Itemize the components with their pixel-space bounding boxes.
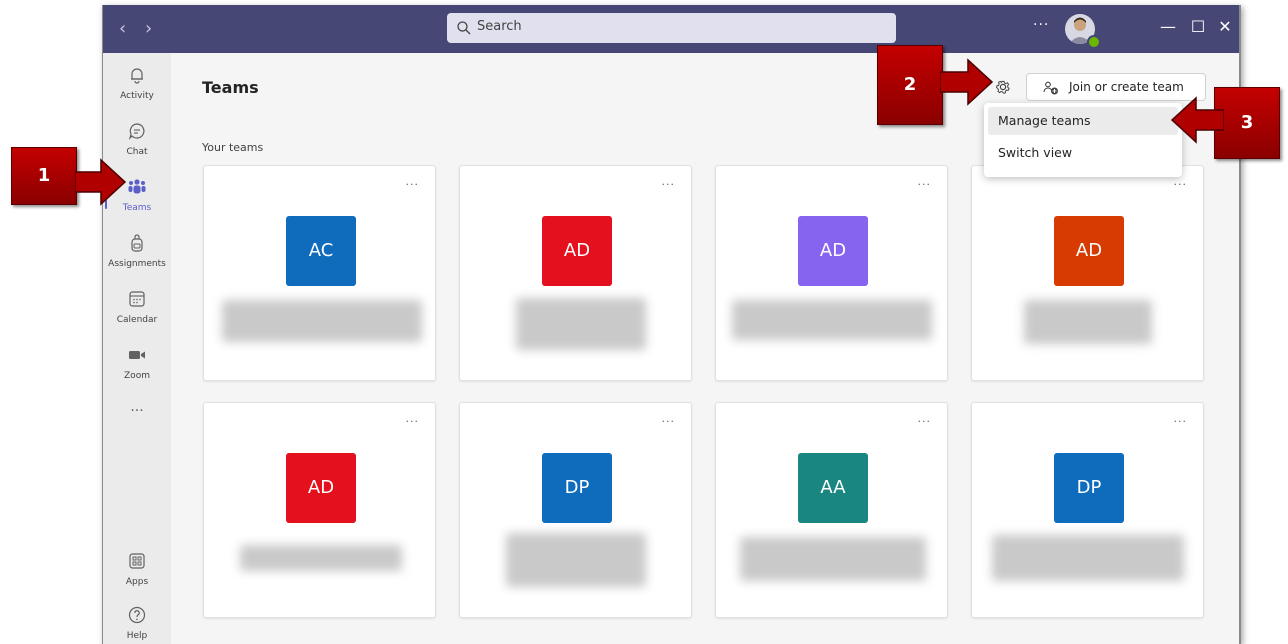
more-apps-icon[interactable]: ···: [103, 403, 171, 419]
minimize-button[interactable]: —: [1156, 17, 1180, 36]
chevron-left-icon[interactable]: ‹: [119, 17, 126, 41]
join-label: Join or create team: [1069, 80, 1184, 94]
rail-item-activity[interactable]: Activity: [103, 61, 171, 113]
rail-label-assignments: Assignments: [108, 259, 166, 269]
app-rail: Activity Chat Teams Assignments Calendar…: [103, 53, 171, 644]
presence-status-icon: [1087, 35, 1101, 49]
rail-label-activity: Activity: [120, 91, 154, 101]
more-options-icon[interactable]: ···: [918, 178, 932, 191]
apps-icon: [129, 553, 145, 569]
video-icon: [129, 351, 145, 359]
menu-item-switch-view[interactable]: Switch view: [988, 139, 1178, 167]
more-options-icon[interactable]: ···: [406, 178, 420, 191]
more-options-icon[interactable]: ···: [1174, 415, 1188, 428]
blurred-team-name: [516, 298, 646, 350]
team-avatar: AD: [286, 453, 356, 523]
blurred-team-name: [222, 300, 422, 342]
bell-icon: [131, 68, 143, 84]
team-card[interactable]: ··· DP: [459, 402, 692, 618]
menu-item-label: Manage teams: [998, 113, 1091, 128]
people-add-icon: [1043, 81, 1058, 95]
callout-arrow-1: [75, 158, 127, 206]
more-options-icon[interactable]: ···: [1033, 17, 1049, 33]
rail-label-zoom: Zoom: [124, 371, 150, 381]
more-options-icon[interactable]: ···: [918, 415, 932, 428]
blurred-team-name: [992, 535, 1184, 581]
more-options-icon[interactable]: ···: [406, 415, 420, 428]
rail-label-apps: Apps: [125, 577, 149, 587]
chevron-right-icon[interactable]: ›: [145, 17, 152, 41]
maximize-button[interactable]: ☐: [1186, 17, 1210, 36]
team-card[interactable]: ··· AD: [459, 165, 692, 381]
team-card[interactable]: ··· AA: [715, 402, 948, 618]
rail-item-assignments[interactable]: Assignments: [103, 229, 171, 281]
rail-item-help[interactable]: Help: [103, 601, 171, 644]
your-teams-heading: Your teams: [202, 141, 264, 154]
blurred-team-name: [240, 545, 402, 571]
more-options-icon[interactable]: ···: [662, 178, 676, 191]
team-card[interactable]: ··· AD: [715, 165, 948, 381]
search-placeholder: Search: [477, 19, 522, 34]
team-avatar: AC: [286, 216, 356, 286]
menu-item-label: Switch view: [998, 145, 1073, 160]
rail-label-chat: Chat: [126, 147, 148, 157]
search-icon: [457, 21, 471, 35]
blurred-team-name: [506, 533, 646, 587]
blurred-team-name: [732, 300, 932, 340]
blurred-team-name: [740, 537, 926, 581]
team-card[interactable]: ··· AC: [203, 165, 436, 381]
chat-icon: [128, 123, 145, 140]
team-card[interactable]: ··· DP: [971, 402, 1204, 618]
blurred-team-name: [1024, 300, 1152, 344]
help-icon: [128, 606, 146, 624]
callout-arrow-3: [1170, 96, 1224, 144]
team-card[interactable]: ··· AD: [971, 165, 1204, 381]
rail-label-calendar: Calendar: [116, 315, 158, 325]
more-options-icon[interactable]: ···: [1174, 178, 1188, 191]
team-avatar: AD: [1054, 216, 1124, 286]
rail-item-apps[interactable]: Apps: [103, 547, 171, 599]
rail-item-calendar[interactable]: Calendar: [103, 285, 171, 337]
rail-label-help: Help: [126, 631, 148, 641]
search-input[interactable]: Search: [447, 13, 896, 43]
teams-icon: [128, 179, 146, 194]
team-card[interactable]: ··· AD: [203, 402, 436, 618]
more-options-icon[interactable]: ···: [662, 415, 676, 428]
team-avatar: AD: [798, 216, 868, 286]
menu-item-manage-teams[interactable]: Manage teams: [988, 107, 1178, 135]
backpack-icon: [131, 234, 143, 252]
teams-settings-menu: Manage teams Switch view: [984, 103, 1182, 177]
team-avatar: DP: [1054, 453, 1124, 523]
callout-2: 2: [877, 45, 943, 125]
page-title: Teams: [202, 78, 259, 97]
teams-window: ‹ › Search ··· — ☐ ✕ Activity Chat Teams…: [102, 5, 1241, 644]
calendar-icon: [129, 291, 145, 307]
team-avatar: DP: [542, 453, 612, 523]
rail-item-zoom[interactable]: Zoom: [103, 341, 171, 393]
title-bar: ‹ › Search ··· — ☐ ✕: [103, 5, 1239, 53]
team-avatar: AD: [542, 216, 612, 286]
callout-1: 1: [11, 147, 77, 205]
close-button[interactable]: ✕: [1213, 17, 1237, 36]
callout-arrow-2: [940, 58, 994, 106]
team-avatar: AA: [798, 453, 868, 523]
